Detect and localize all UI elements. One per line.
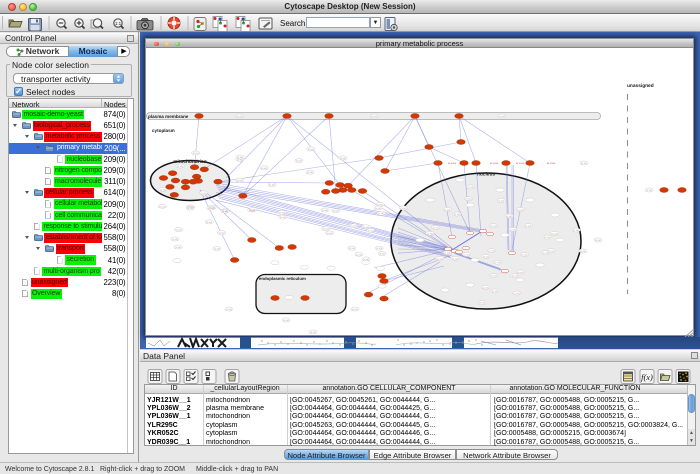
svg-text:(x xx): (x xx) — [452, 257, 458, 260]
svg-text:(x xx): (x xx) — [368, 229, 374, 232]
svg-text:(x xx): (x xx) — [377, 203, 383, 206]
svg-text:(x xx): (x xx) — [548, 250, 554, 253]
svg-text:xx xxxx: xx xxxx — [490, 162, 499, 165]
svg-text:(x xx): (x xx) — [160, 188, 166, 191]
svg-text:(x xx): (x xx) — [491, 275, 497, 278]
svg-text:(x xx): (x xx) — [175, 246, 181, 249]
svg-text:xx xxxx: xx xxxx — [448, 162, 457, 165]
svg-text:(x xx): (x xx) — [214, 248, 220, 251]
svg-text:(x xx): (x xx) — [595, 239, 601, 242]
svg-text:(x xx): (x xx) — [187, 207, 193, 210]
svg-text:(x xx): (x xx) — [237, 179, 243, 182]
svg-text:cytoplasm: cytoplasm — [152, 128, 175, 133]
svg-text:(x xx): (x xx) — [327, 232, 333, 235]
svg-text:(x xx): (x xx) — [646, 189, 652, 192]
svg-text:(x xx): (x xx) — [206, 221, 212, 224]
svg-text:(x xx): (x xx) — [580, 250, 586, 253]
svg-text:(x xx): (x xx) — [518, 208, 524, 211]
svg-text:(x xx): (x xx) — [483, 286, 489, 289]
svg-text:(x xx): (x xx) — [427, 232, 433, 235]
svg-text:(x xx): (x xx) — [466, 198, 472, 201]
svg-text:(x xx): (x xx) — [323, 228, 329, 231]
svg-text:(x xx): (x xx) — [356, 253, 362, 256]
svg-text:(x xx): (x xx) — [525, 225, 531, 228]
svg-text:(x xx): (x xx) — [514, 292, 520, 295]
svg-text:(x xx): (x xx) — [499, 115, 505, 118]
svg-text:(x xx): (x xx) — [401, 207, 407, 210]
svg-text:(x xx): (x xx) — [437, 257, 443, 260]
svg-text:(x xx): (x xx) — [510, 228, 516, 231]
svg-text:(x xx): (x xx) — [483, 255, 489, 258]
svg-text:(x xx): (x xx) — [308, 148, 314, 151]
svg-text:(x xx): (x xx) — [351, 225, 357, 228]
svg-text:(x xx): (x xx) — [454, 213, 460, 216]
svg-text:(x xx): (x xx) — [352, 308, 358, 311]
svg-text:(x xx): (x xx) — [467, 186, 473, 189]
svg-text:(x xx): (x xx) — [494, 261, 500, 264]
svg-text:(x xx): (x xx) — [251, 208, 257, 211]
svg-text:(x xx): (x xx) — [491, 225, 497, 228]
svg-text:(x xx): (x xx) — [498, 200, 504, 203]
svg-text:xx xxxx: xx xxxx — [547, 162, 556, 165]
svg-text:(x xx): (x xx) — [322, 209, 328, 212]
svg-text:mitochondrion: mitochondrion — [173, 159, 207, 165]
svg-text:(x xx): (x xx) — [279, 212, 285, 215]
svg-text:(x xx): (x xx) — [226, 308, 232, 311]
svg-text:(x xx): (x xx) — [489, 250, 495, 253]
svg-text:(x xx): (x xx) — [512, 275, 518, 278]
svg-text:(x xx): (x xx) — [544, 236, 550, 239]
svg-text:(x xx): (x xx) — [444, 252, 450, 255]
svg-text:(x xx): (x xx) — [208, 207, 214, 210]
svg-text:(x xx): (x xx) — [581, 162, 587, 165]
svg-text:(x xx): (x xx) — [172, 238, 178, 241]
svg-text:(x xx): (x xx) — [492, 290, 498, 293]
svg-text:(x xx): (x xx) — [237, 156, 243, 159]
svg-text:(x xx): (x xx) — [349, 247, 355, 250]
svg-text:(x xx): (x xx) — [283, 319, 289, 322]
svg-text:(x xx): (x xx) — [464, 254, 470, 257]
svg-text:(x xx): (x xx) — [237, 115, 243, 118]
svg-text:(x xx): (x xx) — [193, 152, 199, 155]
svg-text:(x xx): (x xx) — [340, 157, 346, 160]
svg-text:(x xx): (x xx) — [310, 331, 316, 334]
svg-text:(x xx): (x xx) — [333, 210, 339, 213]
svg-text:(x xx): (x xx) — [307, 171, 313, 174]
svg-text:(x xx): (x xx) — [479, 302, 485, 305]
svg-text:(x xx): (x xx) — [363, 226, 369, 229]
svg-text:(x xx): (x xx) — [518, 271, 524, 274]
svg-text:(x xx): (x xx) — [444, 208, 450, 211]
svg-text:(x xx): (x xx) — [378, 212, 384, 215]
svg-text:(x xx): (x xx) — [573, 229, 579, 232]
svg-text:unassigned: unassigned — [627, 83, 654, 89]
svg-text:(x xx): (x xx) — [552, 232, 558, 235]
svg-text:(x xx): (x xx) — [159, 205, 165, 208]
svg-text:(x xx): (x xx) — [269, 184, 275, 187]
svg-text:f(x): f(x) — [641, 372, 653, 382]
svg-text:xx xxxx: xx xxxx — [516, 162, 525, 165]
svg-text:(x xx): (x xx) — [219, 232, 225, 235]
svg-text:(x xx): (x xx) — [376, 247, 382, 250]
svg-text:(x xx): (x xx) — [379, 253, 385, 256]
svg-text:(x xx): (x xx) — [177, 165, 183, 168]
svg-text:nucleus: nucleus — [477, 172, 495, 178]
svg-text:1:1: 1:1 — [115, 21, 122, 26]
svg-text:(x xx): (x xx) — [371, 115, 377, 118]
svg-text:(x xx): (x xx) — [176, 229, 182, 232]
svg-text:(x xx): (x xx) — [280, 216, 286, 219]
svg-text:plasma membrane: plasma membrane — [148, 114, 189, 119]
svg-text:(x xx): (x xx) — [296, 160, 302, 163]
svg-text:(x xx): (x xx) — [375, 207, 381, 210]
svg-text:(x xx): (x xx) — [261, 167, 267, 170]
svg-text:(x xx): (x xx) — [521, 254, 527, 257]
svg-text:(x xx): (x xx) — [201, 192, 207, 195]
svg-text:endoplasmic reticulum: endoplasmic reticulum — [259, 276, 306, 281]
svg-text:(x xx): (x xx) — [506, 215, 512, 218]
svg-text:(x xx): (x xx) — [433, 227, 439, 230]
svg-text:(x xx): (x xx) — [222, 210, 228, 213]
